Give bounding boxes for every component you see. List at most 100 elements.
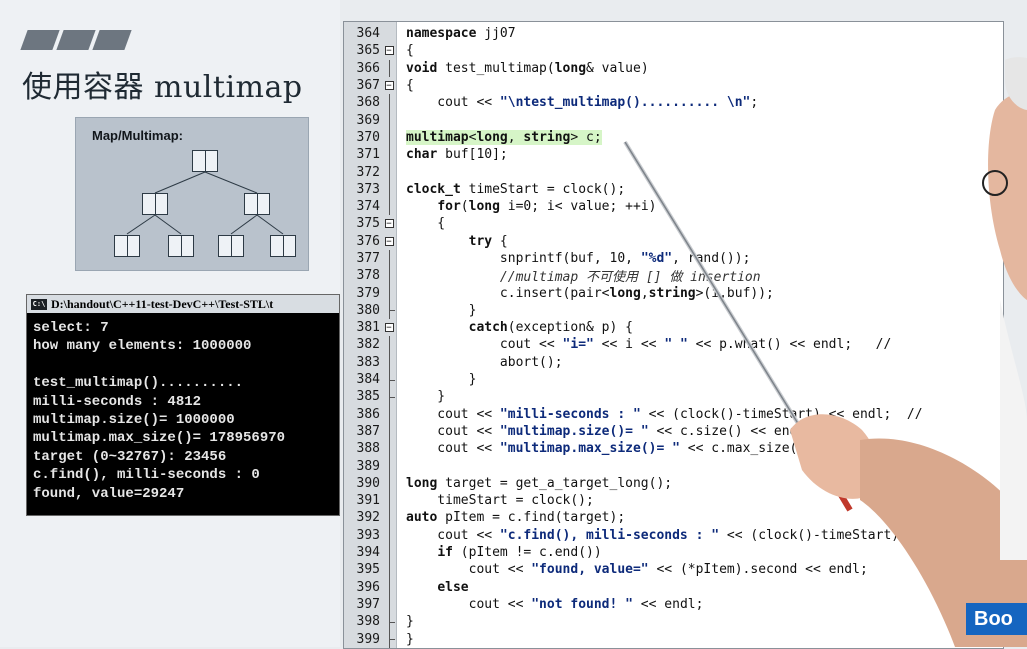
code-line: 368 cout << "\ntest_multimap()..........…: [344, 94, 1003, 112]
code-text[interactable]: }: [406, 632, 414, 647]
fold-toggle-icon[interactable]: −: [383, 233, 395, 250]
fold-guide: [383, 180, 395, 198]
code-text[interactable]: c.insert(pair<long,string>(i,buf));: [406, 286, 774, 301]
code-text[interactable]: cout << "milli-seconds : " << (clock()-t…: [406, 407, 922, 422]
code-line: 369: [344, 111, 1003, 129]
line-number: 379: [356, 285, 380, 301]
code-text[interactable]: cout << "i=" << i << " " << p.what() << …: [406, 337, 891, 352]
fold-guide: [383, 543, 395, 562]
code-text[interactable]: catch(exception& p) {: [406, 320, 633, 335]
line-number: 364: [356, 26, 380, 42]
code-line: 377 snprintf(buf, 10, "%d", rand());: [344, 249, 1003, 268]
code-line: 374 for(long i=0; i< value; ++i): [344, 197, 1003, 216]
code-line: 380 }: [344, 301, 1003, 320]
code-text[interactable]: multimap<long, string> c;: [406, 129, 602, 145]
code-text[interactable]: cout << "not found! " << endl;: [406, 597, 704, 612]
fold-toggle-icon[interactable]: −: [383, 77, 395, 94]
line-number: 388: [356, 441, 380, 457]
code-lines: 364 namespace jj07 365−{366 void test_multi…: [344, 25, 1003, 648]
line-number: 383: [356, 354, 380, 370]
fold-guide: [383, 405, 395, 423]
code-line: 390 long target = get_a_target_long();: [344, 474, 1003, 493]
line-number: 380: [356, 302, 380, 318]
code-text[interactable]: void test_multimap(long& value): [406, 61, 649, 76]
code-line: 389: [344, 457, 1003, 475]
line-number: 370: [356, 129, 380, 145]
code-text[interactable]: cout << "multimap.size()= " << c.size() …: [406, 424, 813, 439]
line-number: 389: [356, 458, 380, 474]
line-number: 377: [356, 251, 380, 266]
code-text[interactable]: if (pItem != c.end()): [406, 545, 601, 560]
minus-icon: −: [384, 323, 394, 334]
code-line: 386 cout << "milli-seconds : " << (clock…: [344, 405, 1003, 423]
code-text[interactable]: snprintf(buf, 10, "%d", rand());: [406, 251, 751, 266]
code-text[interactable]: //multimap 不可使用 [] 做 insertion: [406, 266, 761, 285]
code-text[interactable]: {: [406, 43, 414, 58]
code-text[interactable]: try {: [406, 234, 508, 249]
fold-toggle-icon[interactable]: −: [383, 319, 395, 336]
code-text[interactable]: {: [406, 78, 414, 93]
line-number: 391: [356, 493, 380, 509]
code-text[interactable]: else: [406, 580, 468, 595]
code-line: 370 multimap<long, string> c;: [344, 128, 1003, 147]
bar-shape: [20, 30, 60, 50]
fold-empty: [383, 25, 395, 42]
fold-guide: [383, 595, 395, 614]
code-editor[interactable]: 364 namespace jj07 365−{366 void test_multi…: [343, 21, 1004, 649]
code-line: 381− catch(exception& p) {: [344, 319, 1003, 336]
line-number: 394: [356, 545, 380, 561]
code-text[interactable]: }: [406, 614, 414, 629]
console-line: test_multimap()..........: [33, 375, 244, 392]
fold-guide: [383, 578, 395, 596]
code-text[interactable]: {: [406, 216, 445, 231]
line-number: 378: [356, 268, 380, 284]
code-text[interactable]: }: [406, 389, 445, 404]
code-line: 396 else: [344, 578, 1003, 596]
code-text[interactable]: cout << "c.find(), milli-seconds : " << …: [406, 528, 969, 543]
code-text[interactable]: }: [406, 372, 477, 387]
code-line: 365− {: [344, 42, 1003, 59]
fold-end-guide: [383, 388, 395, 406]
code-line: 383 abort();: [344, 353, 1003, 371]
fold-toggle-icon[interactable]: −: [383, 215, 395, 232]
code-text[interactable]: }: [406, 303, 477, 318]
line-number: 397: [356, 596, 380, 612]
code-line: 364 namespace jj07: [344, 25, 1003, 42]
code-text[interactable]: clock_t timeStart = clock();: [406, 182, 625, 197]
fold-guide: [383, 457, 395, 475]
code-text[interactable]: long target = get_a_target_long();: [406, 476, 672, 491]
console-line: multimap.size()= 1000000: [33, 412, 235, 429]
line-number: 390: [356, 475, 380, 491]
code-line: 376− try {: [344, 233, 1003, 250]
bar-shape: [56, 30, 96, 50]
code-line: 397 cout << "not found! " << endl;: [344, 595, 1003, 614]
code-text[interactable]: auto pItem = c.find(target);: [406, 510, 625, 525]
minus-icon: −: [384, 219, 394, 230]
code-text[interactable]: cout << "found, value=" << (*pItem).seco…: [406, 562, 868, 577]
code-line: 379 c.insert(pair<long,string>(i,buf));: [344, 284, 1003, 302]
code-line: 366 void test_multimap(long& value): [344, 59, 1003, 77]
console-line: how many elements: 1000000: [33, 338, 252, 355]
code-text[interactable]: timeStart = clock();: [406, 493, 594, 508]
code-text[interactable]: cout << "\ntest_multimap().......... \n"…: [406, 95, 758, 110]
fold-guide: [383, 474, 395, 493]
console-title: D:\handout\C++11-test-DevC++\Test-STL\t: [51, 296, 274, 311]
fold-guide: [383, 249, 395, 268]
tree-node: [142, 193, 168, 215]
tree-node: [244, 193, 270, 215]
fold-guide: [383, 128, 395, 147]
minus-icon: −: [384, 46, 394, 57]
console-titlebar[interactable]: C:\ D:\handout\C++11-test-DevC++\Test-ST…: [27, 295, 339, 313]
code-text[interactable]: for(long i=0; i< value; ++i): [406, 199, 656, 214]
minus-icon: −: [384, 81, 394, 92]
code-text[interactable]: cout << "multimap.max_size()= " << c.max…: [406, 441, 875, 456]
line-number: 399: [356, 631, 380, 647]
line-number: 371: [356, 147, 380, 163]
console-icon: C:\: [31, 298, 47, 310]
fold-guide: [383, 422, 395, 441]
code-text[interactable]: abort();: [406, 355, 563, 370]
code-text[interactable]: namespace jj07: [406, 26, 516, 41]
fold-toggle-icon[interactable]: −: [383, 42, 395, 59]
code-text[interactable]: char buf[10];: [406, 147, 508, 162]
code-line: 391 timeStart = clock();: [344, 492, 1003, 510]
